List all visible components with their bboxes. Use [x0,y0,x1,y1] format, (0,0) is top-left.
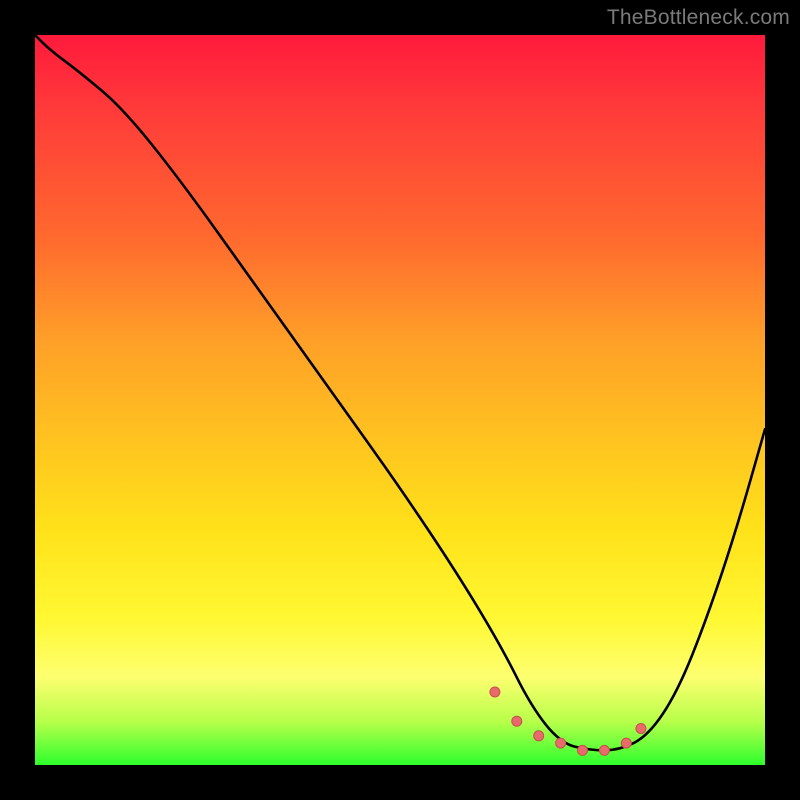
chart-frame: TheBottleneck.com [0,0,800,800]
curve-layer [35,35,765,765]
valley-marker [490,687,500,697]
valley-marker [578,745,588,755]
plot-area [35,35,765,765]
valley-marker [556,738,566,748]
valley-marker [512,716,522,726]
bottleneck-curve-path [35,35,765,750]
watermark-text: TheBottleneck.com [607,6,790,30]
valley-marker [534,731,544,741]
valley-marker [599,745,609,755]
valley-marker [621,738,631,748]
valley-marker [636,724,646,734]
